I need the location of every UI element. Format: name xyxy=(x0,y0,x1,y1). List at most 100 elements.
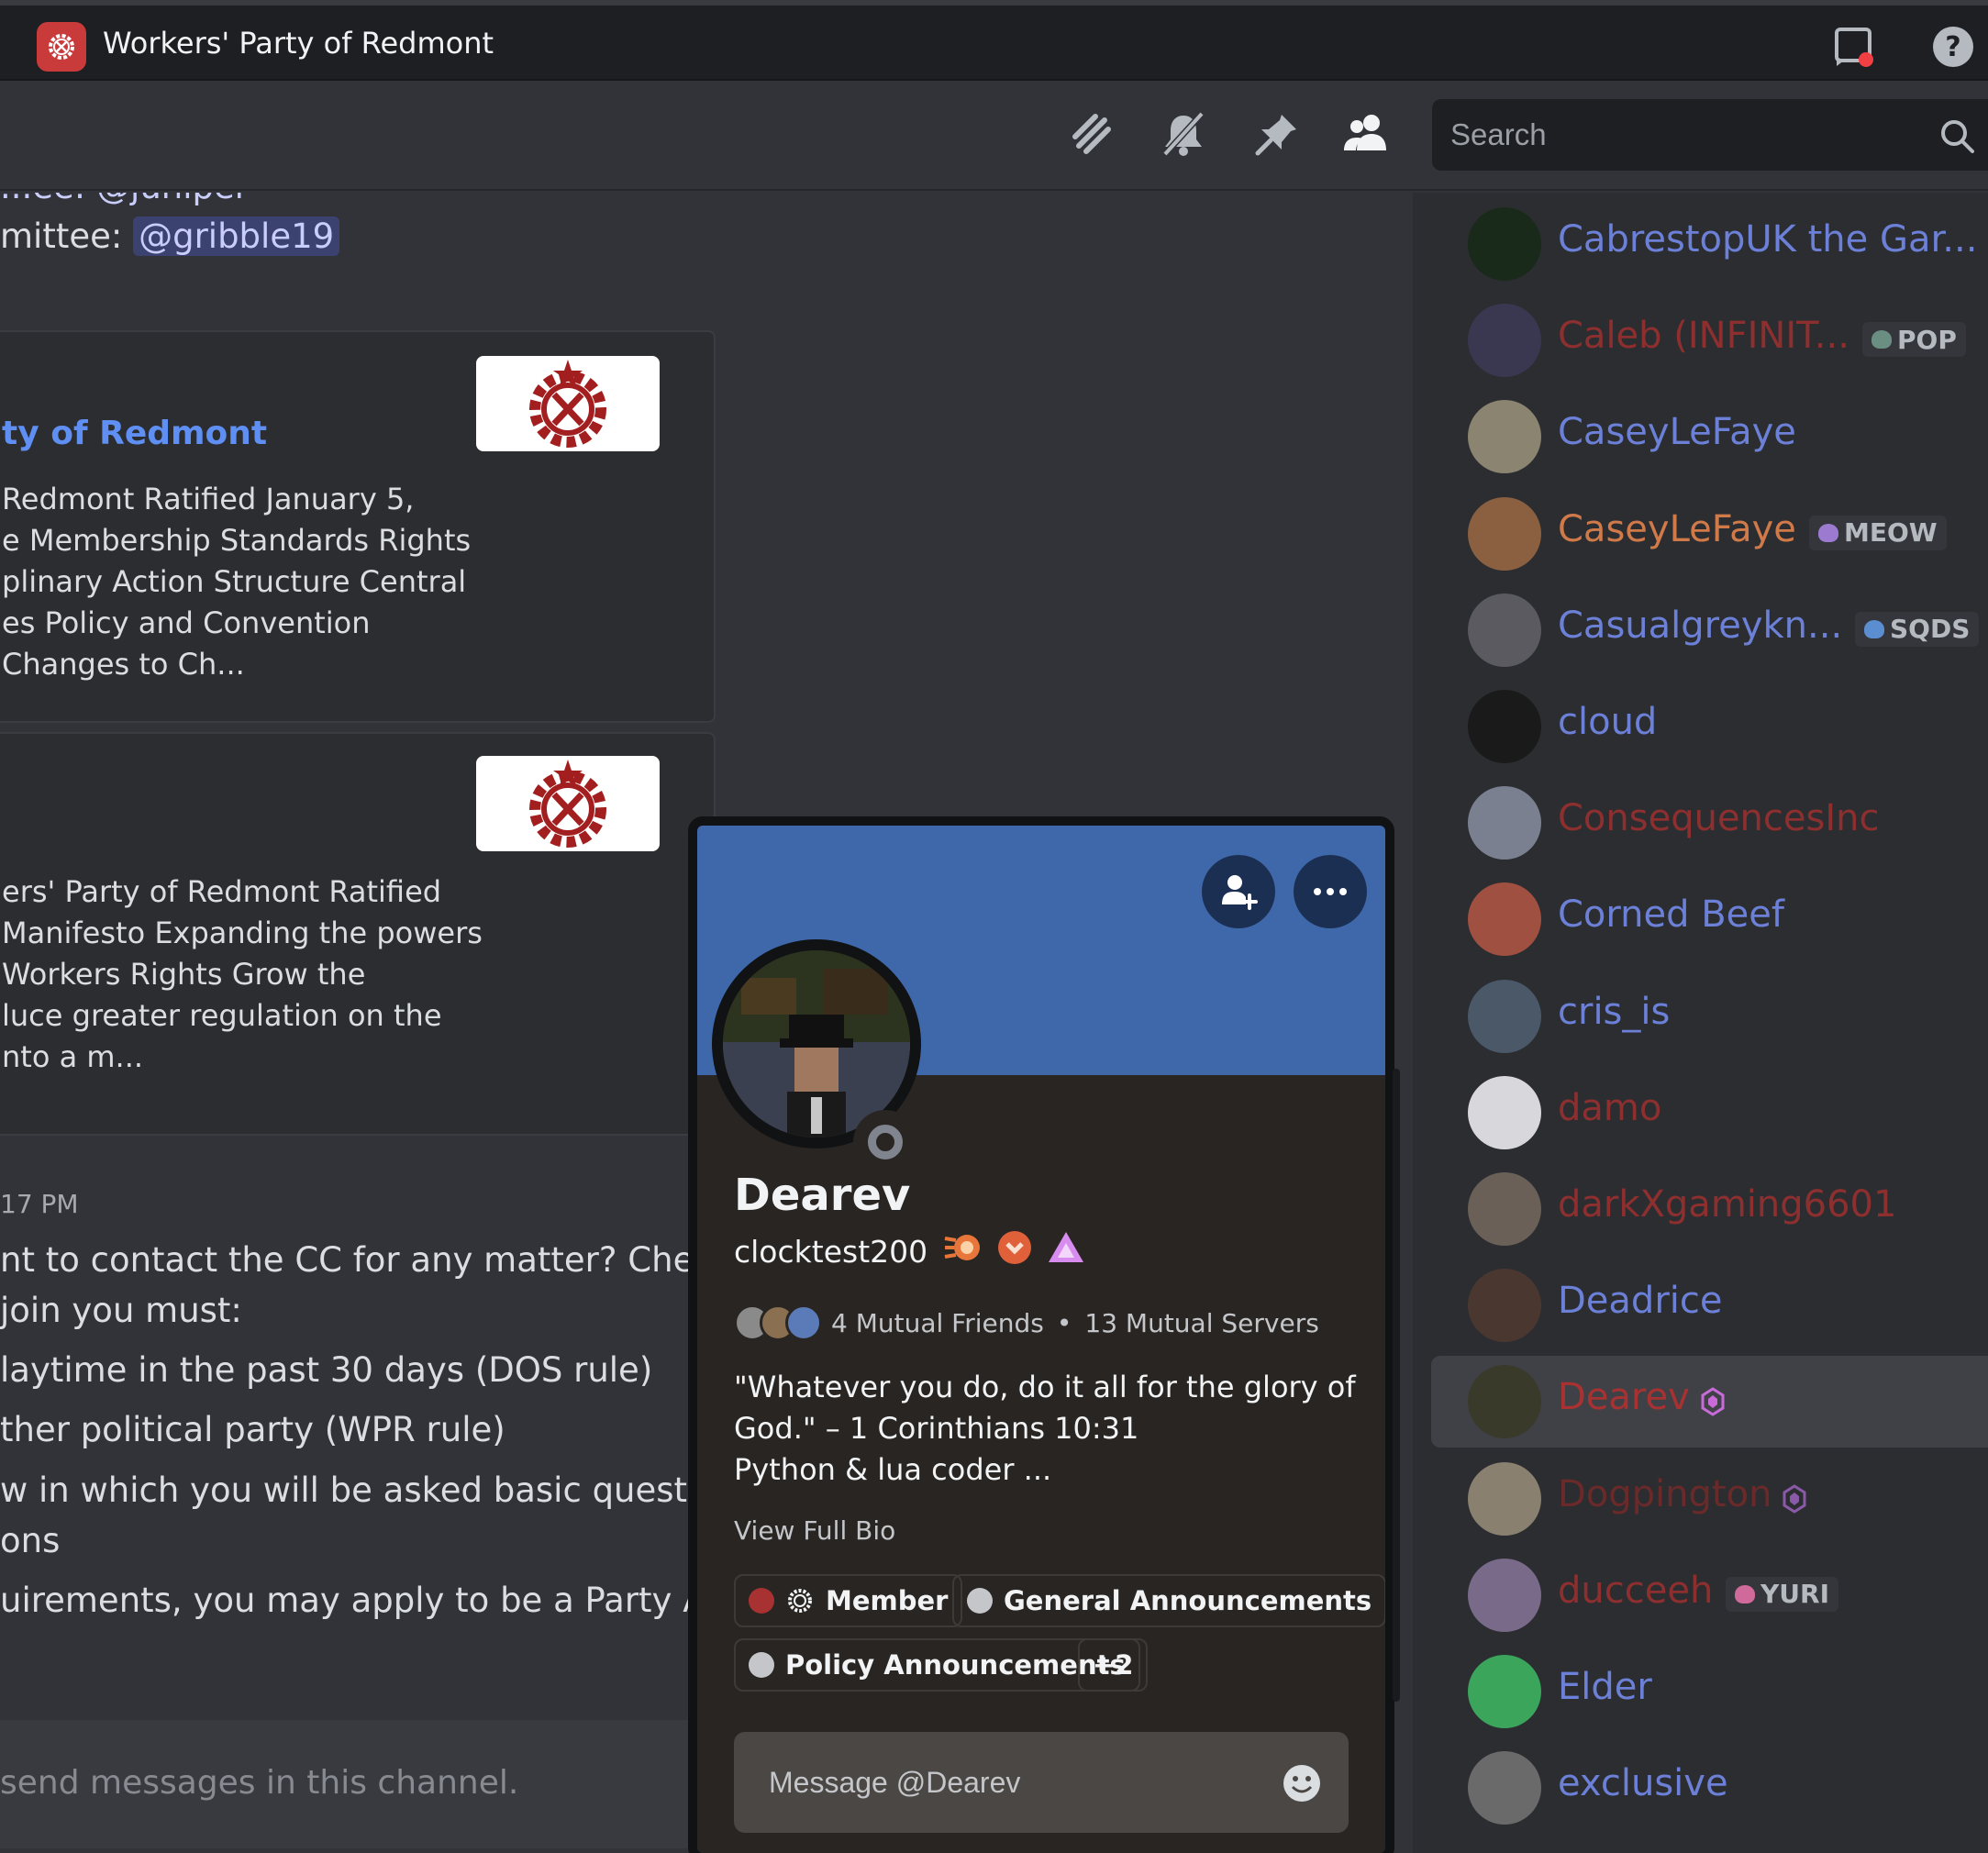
quest-badge-icon[interactable] xyxy=(943,1229,983,1266)
popout-scrollbar[interactable] xyxy=(1393,1069,1400,1702)
embed-title[interactable]: ty of Redmont xyxy=(2,415,267,452)
server-boost-icon xyxy=(1783,1483,1806,1514)
committee-prefix: mittee: xyxy=(0,216,134,256)
member-row[interactable]: Elder xyxy=(1431,1646,1988,1737)
profile-message-box[interactable] xyxy=(734,1732,1349,1833)
title-bar: Workers' Party of Redmont ? xyxy=(0,0,1988,81)
profile-badges xyxy=(943,1229,1086,1266)
message-line: uirements, you may apply to be a Party A… xyxy=(0,1581,762,1620)
message-line: w in which you will be asked basic quest… xyxy=(0,1470,789,1510)
server-tag-badge[interactable]: SQDS xyxy=(1855,611,1980,647)
direct-message-input[interactable] xyxy=(769,1732,1246,1833)
member-list: CabrestopUK the Gar... Caleb (INFINIT... P… xyxy=(1413,193,1988,1853)
server-logo[interactable] xyxy=(37,22,86,72)
member-name: Deadrice xyxy=(1558,1280,1723,1323)
role-chip-general-announcements[interactable]: General Announcements xyxy=(952,1574,1385,1627)
member-row[interactable]: darkXgaming6601 xyxy=(1431,1163,1988,1255)
role-color-dot xyxy=(749,1652,774,1678)
member-name: Dogpington xyxy=(1558,1472,1772,1515)
member-row[interactable]: Corned Beef xyxy=(1431,873,1988,965)
embed-card: ers' Party of Redmont Ratified Manifesto… xyxy=(0,732,716,1136)
member-row[interactable]: Dearev xyxy=(1431,1356,1988,1448)
avatar[interactable] xyxy=(1468,1558,1541,1632)
member-row[interactable]: cris_is xyxy=(1431,971,1988,1062)
message-timestamp: 17 PM xyxy=(0,1189,79,1219)
member-row[interactable]: Deadrice xyxy=(1431,1259,1988,1351)
server-title: Workers' Party of Redmont xyxy=(103,26,494,61)
avatar[interactable] xyxy=(1468,207,1541,281)
avatar[interactable] xyxy=(1468,1461,1541,1536)
message-line: nt to contact the CC for any matter? Che… xyxy=(0,1240,764,1280)
embed-thumbnail[interactable] xyxy=(476,756,660,851)
tag-icon xyxy=(1818,523,1838,542)
message-line: ons xyxy=(0,1521,61,1560)
message-line: laytime in the past 30 days (DOS rule) xyxy=(0,1350,653,1390)
avatar[interactable] xyxy=(1468,882,1541,957)
member-row[interactable]: Dogpington xyxy=(1431,1453,1988,1545)
profile-username[interactable]: clocktest200 xyxy=(734,1234,927,1270)
avatar[interactable] xyxy=(1468,304,1541,378)
user-mention[interactable]: @gribble19 xyxy=(133,216,340,256)
member-row[interactable]: damo xyxy=(1431,1067,1988,1159)
member-row[interactable]: CaseyLeFaye xyxy=(1431,391,1988,483)
member-name: Elder xyxy=(1558,1666,1652,1708)
member-row[interactable]: cloud xyxy=(1431,681,1988,772)
mutual-friends-link[interactable]: 4 Mutual Friends xyxy=(831,1308,1044,1338)
avatar[interactable] xyxy=(1468,1172,1541,1246)
avatar[interactable] xyxy=(1468,690,1541,763)
avatar[interactable] xyxy=(1468,1751,1541,1825)
profile-bio: "Whatever you do, do it all for the glor… xyxy=(734,1370,1356,1487)
member-row[interactable]: CaseyLeFaye MEOW xyxy=(1431,488,1988,580)
help-icon[interactable]: ? xyxy=(1932,26,1974,68)
avatar[interactable] xyxy=(1468,496,1541,571)
gear-logo-icon xyxy=(49,34,74,60)
member-name: ConsequencesInc xyxy=(1558,797,1880,840)
member-row[interactable]: ConsequencesInc xyxy=(1431,777,1988,869)
member-row[interactable]: Casualgreykn... SQDS xyxy=(1431,584,1988,676)
add-friend-icon xyxy=(1222,875,1258,910)
avatar[interactable] xyxy=(1468,1655,1541,1728)
view-full-bio-link[interactable]: View Full Bio xyxy=(734,1515,895,1546)
mute-icon[interactable] xyxy=(1158,108,1209,160)
separator-dot: • xyxy=(1056,1307,1072,1338)
member-name: Caleb (INFINIT... xyxy=(1558,315,1849,358)
role-chip-member[interactable]: Member xyxy=(734,1574,963,1627)
member-row[interactable]: Caleb (INFINIT... POP xyxy=(1431,294,1988,386)
member-row[interactable]: ducceeh YURI xyxy=(1431,1549,1988,1641)
search-box[interactable] xyxy=(1432,99,1988,171)
threads-icon[interactable] xyxy=(1065,108,1116,160)
inbox-icon[interactable] xyxy=(1833,26,1875,68)
server-tag-badge[interactable]: MEOW xyxy=(1809,515,1947,550)
party-emblem-icon xyxy=(529,360,606,448)
member-name: cloud xyxy=(1558,701,1658,743)
tag-icon xyxy=(1864,619,1884,638)
avatar[interactable] xyxy=(1468,593,1541,667)
avatar[interactable] xyxy=(1468,1075,1541,1149)
avatar[interactable] xyxy=(1468,979,1541,1053)
more-roles-button[interactable]: +2 xyxy=(1078,1638,1149,1692)
pin-icon[interactable] xyxy=(1251,108,1303,160)
emoji-icon[interactable] xyxy=(1283,1764,1321,1803)
avatar[interactable] xyxy=(1468,1269,1541,1343)
avatar[interactable] xyxy=(1468,1365,1541,1439)
nitro-badge-icon[interactable] xyxy=(1046,1229,1086,1266)
message-line: ther political party (WPR rule) xyxy=(0,1410,505,1449)
member-name: Corned Beef xyxy=(1558,893,1784,937)
avatar[interactable] xyxy=(1468,786,1541,860)
server-tag-badge[interactable]: POP xyxy=(1862,322,1966,358)
member-name: CaseyLeFaye xyxy=(1558,411,1796,454)
embed-thumbnail[interactable] xyxy=(476,356,660,451)
member-row[interactable]: exclusive xyxy=(1431,1742,1988,1834)
server-tag-badge[interactable]: YURI xyxy=(1726,1576,1838,1612)
add-friend-button[interactable] xyxy=(1202,855,1275,928)
mutual-servers-link[interactable]: 13 Mutual Servers xyxy=(1084,1308,1318,1338)
more-options-button[interactable] xyxy=(1294,855,1367,928)
avatar[interactable] xyxy=(1468,400,1541,474)
member-name: ducceeh xyxy=(1558,1569,1714,1612)
member-row[interactable]: CabrestopUK the Gar... xyxy=(1431,198,1988,290)
search-input[interactable] xyxy=(1450,99,1909,171)
members-icon[interactable] xyxy=(1340,108,1392,160)
search-icon[interactable] xyxy=(1938,117,1975,154)
mutuals-row[interactable]: 4 Mutual Friends • 13 Mutual Servers xyxy=(734,1303,1319,1343)
orb-badge-icon[interactable] xyxy=(996,1229,1033,1266)
